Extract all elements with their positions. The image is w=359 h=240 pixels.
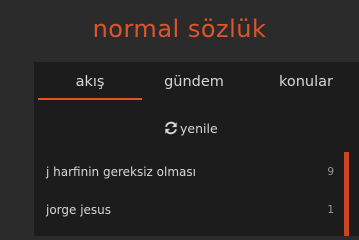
- site-logo[interactable]: normal sözlük: [0, 14, 359, 44]
- header: normal sözlük: [0, 0, 359, 62]
- topic-entry-count: 1: [327, 204, 334, 216]
- tab-gundem[interactable]: gündem: [144, 72, 244, 92]
- active-tab-indicator: [38, 98, 142, 100]
- topic-title: jorge jesus: [46, 203, 112, 217]
- topic-item[interactable]: j harfinin gereksiz olması 9: [34, 154, 342, 192]
- topic-list: j harfinin gereksiz olması 9 jorge jesus…: [34, 154, 342, 230]
- topic-entry-count: 9: [327, 166, 334, 178]
- refresh-label: yenile: [180, 120, 218, 136]
- tab-konular[interactable]: konular: [256, 72, 356, 92]
- topic-item[interactable]: jorge jesus 1: [34, 192, 342, 230]
- refresh-button[interactable]: yenile: [164, 119, 218, 137]
- topic-title: j harfinin gereksiz olması: [46, 165, 196, 179]
- scrollbar[interactable]: [344, 152, 349, 236]
- tab-bar: akış gündem konular: [34, 62, 359, 102]
- tab-akis[interactable]: akış: [38, 72, 142, 92]
- refresh-icon: [164, 121, 178, 135]
- sidebar-panel: akış gündem konular yenile j harfinin ge…: [34, 62, 359, 236]
